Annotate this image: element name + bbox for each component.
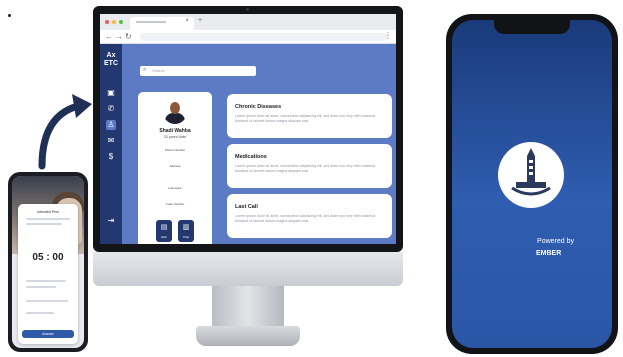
edit-label: Edit <box>161 235 167 239</box>
search-icon: ⌕ <box>143 67 147 73</box>
big-phone-screen: Powered by EMBER <box>452 20 612 348</box>
avatar-body <box>165 113 185 124</box>
close-window-icon[interactable] <box>105 20 109 24</box>
call-card-header: Intended Pers <box>37 210 59 214</box>
powered-by-text: Powered by <box>537 238 574 245</box>
logo-mark: Ax <box>106 52 116 59</box>
patient-age: 33 years Male <box>163 135 187 139</box>
call-card-line <box>26 312 54 314</box>
call-card-line <box>26 218 70 220</box>
chat-button[interactable]: ▥ Chat <box>178 220 194 242</box>
call-card: Intended Pers 05 : 00 Answer <box>18 204 78 344</box>
chat-icon: ▥ <box>182 224 190 231</box>
webcam <box>246 8 249 11</box>
edit-icon: ▤ <box>160 224 168 231</box>
browser-toolbar: ← → ↻ ⋮ <box>100 30 396 44</box>
chat-label: Chat <box>182 235 190 239</box>
sidebar: Ax ETC ▣ ✆ ♙ ✉ $ ⇥ <box>100 44 122 244</box>
new-tab-icon[interactable]: + <box>198 17 202 24</box>
app-window: Ax ETC ▣ ✆ ♙ ✉ $ ⇥ ⌕ Search Shadi Wahba … <box>100 44 396 244</box>
avatar-head <box>170 102 180 114</box>
curved-arrow-icon <box>38 94 92 170</box>
patient-profile-card: Shadi Wahba 33 years Male Phone Number A… <box>138 92 212 244</box>
monitor-base <box>196 326 300 346</box>
address-label: Address <box>169 164 181 168</box>
chronic-diseases-card[interactable]: Chronic Diseases Lorem ipsum dolor sit a… <box>227 94 392 138</box>
browser-tab[interactable]: × <box>130 17 194 30</box>
logo-text: ETC <box>104 60 118 67</box>
minimize-window-icon[interactable] <box>112 20 116 24</box>
call-card-line <box>26 300 68 302</box>
edit-button[interactable]: ▤ Edit <box>156 220 172 242</box>
patient-name: Shadi Wahba <box>159 128 191 134</box>
medications-card[interactable]: Medications Lorem ipsum dolor sit amet, … <box>227 144 392 188</box>
tab-title <box>136 21 166 23</box>
phone-icon[interactable]: ✆ <box>106 104 116 114</box>
tab-close-icon[interactable]: × <box>185 18 189 24</box>
answer-button[interactable]: Answer <box>22 330 74 338</box>
call-card-line <box>26 280 66 282</box>
last-call-card[interactable]: Last Call Lorem ipsum dolor sit amet, co… <box>227 194 392 238</box>
card-title: Last Call <box>235 204 258 210</box>
mail-icon[interactable]: ✉ <box>106 136 116 146</box>
monitor-stand <box>212 286 284 328</box>
monitor-screen: × + ← → ↻ ⋮ Ax ETC ▣ ✆ ♙ ✉ $ ⇥ ⌕ Search … <box>100 14 396 244</box>
search-placeholder: Search <box>152 68 165 73</box>
search-input[interactable]: ⌕ Search <box>140 66 256 76</box>
call-card-line <box>26 223 62 225</box>
maximize-window-icon[interactable] <box>119 20 123 24</box>
call-card-line <box>26 286 56 288</box>
monitor-chin <box>93 252 403 286</box>
phone-label: Phone Number <box>164 148 186 152</box>
university-emblem-icon <box>498 142 564 208</box>
card-title: Chronic Diseases <box>235 104 282 110</box>
code-label: Code Number <box>165 202 185 206</box>
card-body: Lorem ipsum dolor sit amet, consectetur … <box>235 214 376 223</box>
call-timer: 05 : 00 <box>32 252 64 263</box>
app-logo[interactable]: Ax ETC <box>100 52 122 68</box>
avatar <box>163 100 187 124</box>
logout-icon[interactable]: ⇥ <box>106 216 116 226</box>
reload-icon[interactable]: ↻ <box>125 32 132 41</box>
monitor: × + ← → ↻ ⋮ Ax ETC ▣ ✆ ♙ ✉ $ ⇥ ⌕ Search … <box>93 6 403 252</box>
address-bar[interactable] <box>140 33 388 41</box>
dollar-icon[interactable]: $ <box>106 152 116 162</box>
brand-name: EMBER <box>536 250 562 257</box>
decorative-dot <box>8 14 11 17</box>
card-title: Medications <box>235 154 267 160</box>
calendar-icon[interactable]: ▣ <box>106 88 116 98</box>
card-body: Lorem ipsum dolor sit amet, consectetur … <box>235 164 376 173</box>
phone-notch <box>494 20 570 34</box>
back-icon[interactable]: ← <box>105 32 113 41</box>
big-phone: Powered by EMBER <box>446 14 618 354</box>
browser-menu-icon[interactable]: ⋮ <box>384 31 392 40</box>
composite-stage: Intended Pers 05 : 00 Answer × + ← → ↻ ⋮… <box>0 0 623 357</box>
insurance-label: Insurance <box>168 186 182 190</box>
browser-tab-bar: × + <box>100 14 396 30</box>
card-body: Lorem ipsum dolor sit amet, consectetur … <box>235 114 376 123</box>
small-phone-screen: Intended Pers 05 : 00 Answer <box>12 176 84 348</box>
user-icon[interactable]: ♙ <box>106 120 116 130</box>
forward-icon[interactable]: → <box>115 32 123 41</box>
small-phone: Intended Pers 05 : 00 Answer <box>8 172 88 352</box>
